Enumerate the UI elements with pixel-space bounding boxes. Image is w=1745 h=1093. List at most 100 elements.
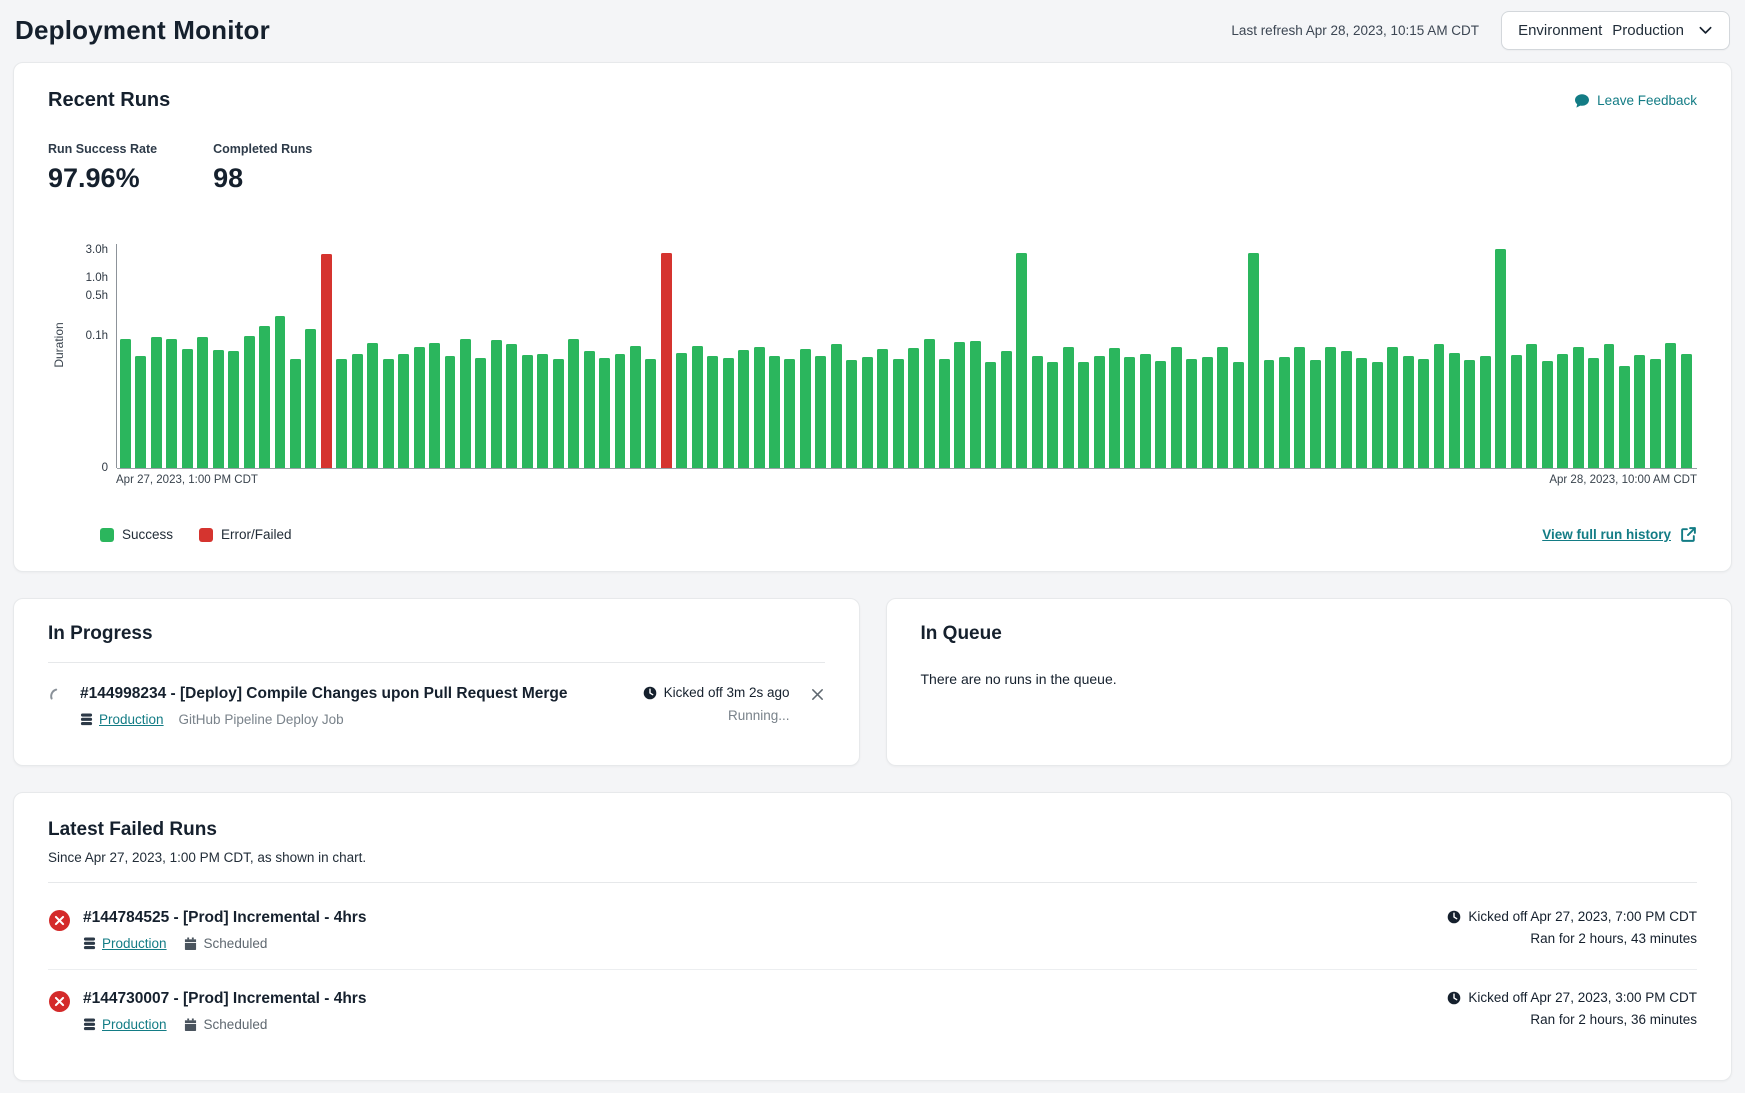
chart-bar-success[interactable] bbox=[537, 354, 548, 469]
chart-bar-success[interactable] bbox=[1001, 351, 1012, 468]
chart-bar-success[interactable] bbox=[506, 344, 517, 468]
chart-bar-success[interactable] bbox=[1372, 362, 1383, 468]
chart-bar-success[interactable] bbox=[1588, 358, 1599, 468]
chart-bar-success[interactable] bbox=[645, 359, 656, 468]
chart-bar-success[interactable] bbox=[815, 356, 826, 468]
chart-bar-success[interactable] bbox=[1310, 360, 1321, 468]
chart-bar-success[interactable] bbox=[1634, 355, 1645, 469]
chart-bar-success[interactable] bbox=[1418, 359, 1429, 468]
chart-bar-success[interactable] bbox=[862, 357, 873, 468]
chart-bar-success[interactable] bbox=[846, 360, 857, 468]
chart-bar-success[interactable] bbox=[908, 348, 919, 468]
chart-bar-success[interactable] bbox=[707, 356, 718, 468]
chart-bar-success[interactable] bbox=[445, 356, 456, 468]
environment-dropdown[interactable]: Environment Production bbox=[1501, 11, 1730, 50]
chart-bar-success[interactable] bbox=[120, 339, 131, 468]
chart-bar-success[interactable] bbox=[1217, 347, 1228, 468]
chart-bar-success[interactable] bbox=[692, 346, 703, 468]
chart-bar-success[interactable] bbox=[1171, 347, 1182, 468]
chart-bar-success[interactable] bbox=[1155, 361, 1166, 468]
chart-bar-success[interactable] bbox=[568, 339, 579, 468]
chart-bar-success[interactable] bbox=[383, 359, 394, 468]
environment-link[interactable]: Production bbox=[83, 936, 167, 951]
chart-bar-success[interactable] bbox=[1604, 344, 1615, 468]
chart-bar-success[interactable] bbox=[1202, 357, 1213, 468]
chart-bar-success[interactable] bbox=[1464, 360, 1475, 468]
chart-bar-success[interactable] bbox=[475, 358, 486, 468]
chart-bar-success[interactable] bbox=[228, 351, 239, 468]
chart-bar-success[interactable] bbox=[1186, 359, 1197, 468]
environment-link[interactable]: Production bbox=[83, 1017, 167, 1032]
chart-bar-success[interactable] bbox=[1078, 362, 1089, 468]
chart-bar-success[interactable] bbox=[1248, 253, 1259, 468]
chart-bar-success[interactable] bbox=[1681, 354, 1692, 469]
chart-bar-success[interactable] bbox=[754, 347, 765, 468]
chart-bar-success[interactable] bbox=[1124, 357, 1135, 468]
chart-bar-failed[interactable] bbox=[321, 254, 332, 468]
chart-bar-success[interactable] bbox=[522, 355, 533, 468]
chart-bar-success[interactable] bbox=[877, 349, 888, 468]
chart-bar-success[interactable] bbox=[1526, 344, 1537, 468]
chart-bar-failed[interactable] bbox=[661, 253, 672, 468]
chart-bar-success[interactable] bbox=[414, 347, 425, 468]
chart-bar-success[interactable] bbox=[1341, 351, 1352, 468]
chart-bar-success[interactable] bbox=[398, 354, 409, 469]
chart-bar-success[interactable] bbox=[630, 346, 641, 468]
chart-bar-success[interactable] bbox=[166, 339, 177, 468]
close-icon[interactable] bbox=[810, 687, 825, 702]
chart-bar-success[interactable] bbox=[197, 337, 208, 468]
chart-bar-success[interactable] bbox=[584, 351, 595, 468]
chart-bar-success[interactable] bbox=[1573, 347, 1584, 468]
chart-bar-success[interactable] bbox=[336, 359, 347, 468]
chart-bar-success[interactable] bbox=[1619, 366, 1630, 468]
chart-bar-success[interactable] bbox=[1511, 355, 1522, 469]
chart-bar-success[interactable] bbox=[1233, 362, 1244, 468]
chart-bar-success[interactable] bbox=[1387, 347, 1398, 469]
chart-bar-success[interactable] bbox=[1650, 359, 1661, 468]
chart-bar-success[interactable] bbox=[1557, 354, 1568, 469]
chart-bar-success[interactable] bbox=[939, 359, 950, 468]
chart-bar-success[interactable] bbox=[305, 329, 316, 468]
chart-bar-success[interactable] bbox=[599, 358, 610, 468]
chart-bar-success[interactable] bbox=[352, 354, 363, 469]
chart-bar-success[interactable] bbox=[553, 359, 564, 468]
chart-bar-success[interactable] bbox=[1480, 356, 1491, 468]
environment-link[interactable]: Production bbox=[80, 712, 164, 727]
chart-bar-success[interactable] bbox=[1542, 361, 1553, 468]
chart-bar-success[interactable] bbox=[738, 350, 749, 468]
chart-bar-success[interactable] bbox=[460, 339, 471, 468]
chart-bar-success[interactable] bbox=[1063, 347, 1074, 468]
chart-bar-success[interactable] bbox=[259, 326, 270, 468]
chart-bar-success[interactable] bbox=[1109, 348, 1120, 468]
chart-bar-success[interactable] bbox=[970, 341, 981, 468]
chart-bar-success[interactable] bbox=[1434, 344, 1445, 468]
chart-bar-success[interactable] bbox=[1294, 347, 1305, 468]
chart-bar-success[interactable] bbox=[924, 339, 935, 468]
chart-bar-success[interactable] bbox=[244, 336, 255, 468]
chart-bar-success[interactable] bbox=[213, 350, 224, 468]
chart-bar-success[interactable] bbox=[954, 342, 965, 468]
chart-bar-success[interactable] bbox=[275, 316, 286, 468]
chart-bar-success[interactable] bbox=[1094, 356, 1105, 468]
chart-bar-success[interactable] bbox=[1356, 358, 1367, 468]
chart-bar-success[interactable] bbox=[367, 343, 378, 468]
chart-bar-success[interactable] bbox=[800, 349, 811, 468]
chart-bar-success[interactable] bbox=[1665, 343, 1676, 468]
chart-bar-success[interactable] bbox=[1325, 347, 1336, 469]
chart-bar-success[interactable] bbox=[615, 354, 626, 469]
chart-bar-success[interactable] bbox=[151, 337, 162, 468]
chart-bar-success[interactable] bbox=[831, 344, 842, 468]
chart-bar-success[interactable] bbox=[985, 362, 996, 468]
chart-bar-success[interactable] bbox=[182, 349, 193, 468]
chart-bar-success[interactable] bbox=[1449, 353, 1460, 469]
chart-bar-success[interactable] bbox=[429, 343, 440, 468]
chart-bar-success[interactable] bbox=[1403, 356, 1414, 468]
chart-bar-success[interactable] bbox=[290, 359, 301, 468]
chart-bar-success[interactable] bbox=[784, 359, 795, 468]
chart-bar-success[interactable] bbox=[1047, 362, 1058, 468]
chart-bar-success[interactable] bbox=[769, 356, 780, 468]
chart-bar-success[interactable] bbox=[135, 356, 146, 468]
chart-bar-success[interactable] bbox=[723, 358, 734, 468]
chart-bar-success[interactable] bbox=[1264, 360, 1275, 468]
chart-bar-success[interactable] bbox=[1140, 354, 1151, 469]
